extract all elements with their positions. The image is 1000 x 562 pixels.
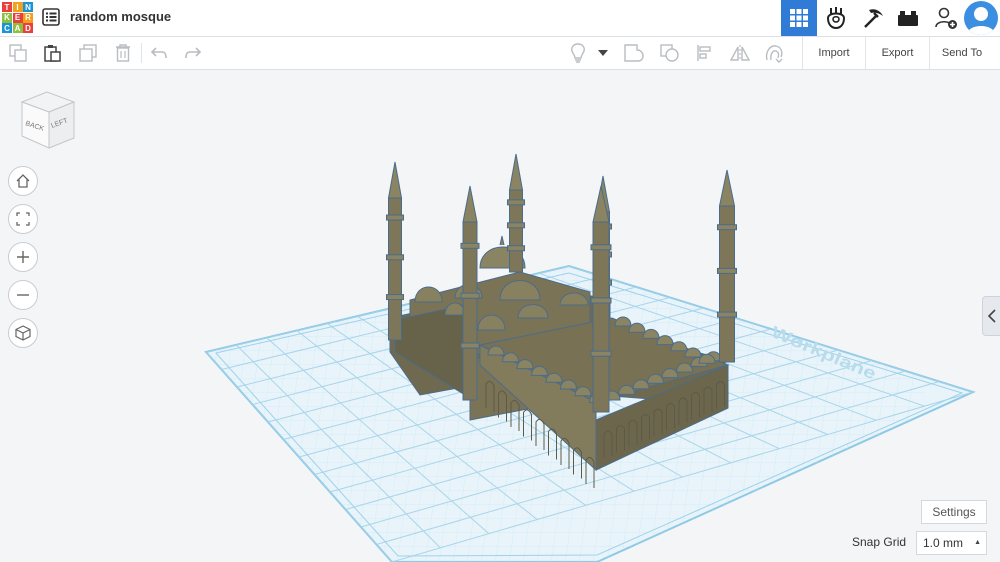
group-button[interactable]	[622, 41, 646, 65]
snap-grid-value: 1.0 mm	[923, 536, 964, 550]
user-avatar-icon	[967, 7, 995, 35]
tinkercad-logo[interactable]: TIN KER CAD	[2, 2, 33, 33]
redo-icon	[185, 47, 202, 59]
fit-to-view-icon	[16, 212, 30, 226]
home-view-button[interactable]	[8, 166, 38, 196]
logo-letter: E	[12, 12, 23, 23]
user-avatar[interactable]	[964, 1, 998, 35]
design-list-icon[interactable]	[42, 8, 60, 26]
align-button[interactable]	[693, 41, 717, 65]
duplicate-icon	[79, 44, 97, 62]
chevron-left-icon	[987, 309, 996, 323]
paste-icon	[44, 45, 61, 62]
view-cube[interactable]: BACK LEFT	[14, 88, 80, 154]
logo-letter: K	[2, 12, 12, 23]
snap-grid-select[interactable]: 1.0 mm ▲	[916, 531, 987, 555]
zoom-in-button[interactable]	[8, 242, 38, 272]
bricks-view-button[interactable]	[890, 0, 926, 36]
edit-toolbar: Import Export Send To	[0, 37, 1000, 70]
invite-user-button[interactable]	[928, 0, 964, 36]
top-bar: TIN KER CAD random mosque	[0, 0, 1000, 37]
import-button[interactable]: Import	[802, 37, 865, 69]
circuits-icon	[826, 7, 846, 30]
dropdown-arrow-icon	[598, 50, 608, 56]
settings-button[interactable]: Settings	[921, 500, 987, 524]
delete-button[interactable]	[111, 41, 135, 65]
panel-collapse-tab[interactable]	[982, 296, 1000, 336]
copy-button[interactable]	[6, 41, 30, 65]
mirror-icon	[730, 45, 750, 61]
logo-letter: D	[23, 23, 33, 33]
minus-icon	[17, 294, 29, 296]
snap-grid-label: Snap Grid	[852, 535, 907, 549]
light-toggle-button[interactable]	[566, 41, 590, 65]
fit-view-button[interactable]	[8, 204, 38, 234]
logo-letter: T	[2, 2, 12, 12]
align-icon	[697, 45, 711, 61]
perspective-toggle-button[interactable]	[8, 318, 38, 348]
ungroup-button[interactable]	[658, 41, 682, 65]
3d-design-icon	[790, 9, 808, 27]
group-icon	[624, 44, 644, 62]
codeblocks-view-button[interactable]	[855, 0, 891, 36]
ungroup-icon	[660, 44, 679, 62]
3d-viewport[interactable]: Workplane	[0, 70, 1000, 562]
trash-icon	[116, 44, 130, 62]
3d-design-view-button[interactable]	[781, 0, 817, 36]
light-dropdown-button[interactable]	[594, 41, 612, 65]
design-title[interactable]: random mosque	[70, 9, 171, 24]
logo-letter: I	[12, 2, 23, 12]
perspective-cube-icon	[15, 325, 31, 341]
undo-button[interactable]	[147, 41, 171, 65]
circuits-view-button[interactable]	[818, 0, 854, 36]
export-button[interactable]: Export	[865, 37, 929, 69]
zoom-out-button[interactable]	[8, 280, 38, 310]
toolbar-divider	[141, 43, 142, 63]
bricks-icon	[898, 11, 918, 26]
cruise-button[interactable]	[762, 41, 786, 65]
add-user-icon	[935, 7, 957, 29]
chevron-updown-icon: ▲	[974, 539, 981, 546]
cruise-icon	[765, 45, 783, 63]
paste-button[interactable]	[40, 41, 64, 65]
logo-letter: C	[2, 23, 12, 33]
copy-icon	[9, 44, 27, 62]
logo-letter: R	[23, 12, 33, 23]
send-to-button[interactable]: Send To	[929, 37, 994, 69]
undo-icon	[150, 47, 167, 59]
mirror-button[interactable]	[728, 41, 752, 65]
duplicate-button[interactable]	[76, 41, 100, 65]
codeblocks-icon	[864, 9, 883, 28]
logo-letter: N	[23, 2, 33, 12]
home-icon	[16, 174, 30, 188]
light-bulb-icon	[571, 43, 585, 63]
logo-letter: A	[12, 23, 23, 33]
redo-button[interactable]	[181, 41, 205, 65]
plus-icon	[17, 251, 29, 263]
